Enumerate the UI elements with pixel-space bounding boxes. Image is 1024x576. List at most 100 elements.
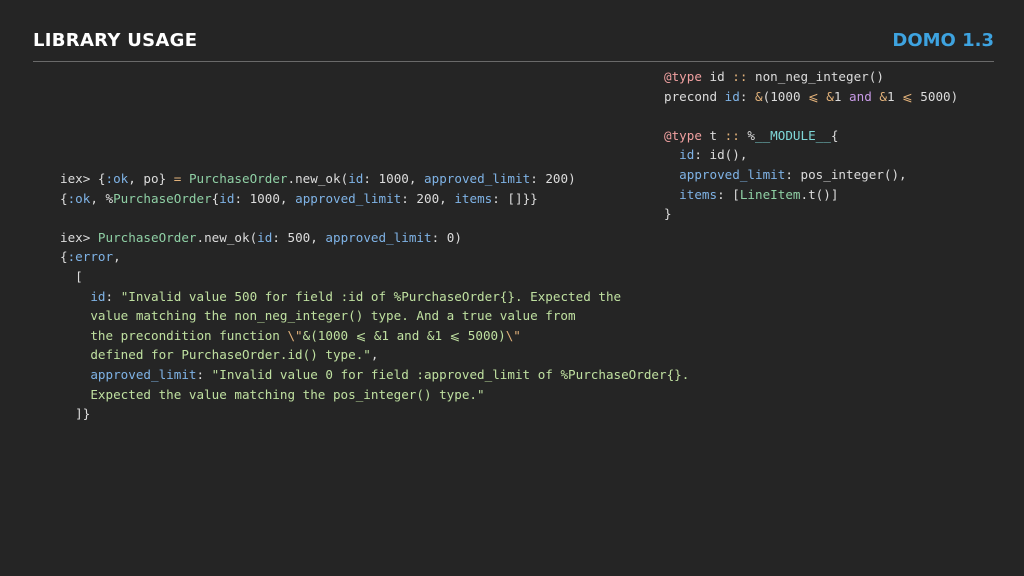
code-token: & bbox=[755, 88, 763, 104]
code-token: \" bbox=[287, 327, 303, 343]
code-line: precond id: &(1000 ⩽ &1 and &1 ⩽ 5000) bbox=[664, 87, 958, 107]
code-line: @type t :: %__MODULE__{ bbox=[664, 126, 958, 146]
code-token: value matching the non_neg_integer() typ… bbox=[60, 308, 576, 324]
code-token: items bbox=[454, 190, 493, 206]
code-line: } bbox=[664, 204, 958, 224]
code-token: { bbox=[60, 249, 68, 265]
code-token: : bbox=[105, 288, 121, 304]
code-token: approved_limit bbox=[424, 171, 531, 186]
code-token: @type bbox=[664, 69, 702, 84]
code-token: % bbox=[739, 127, 756, 143]
code-token: id bbox=[679, 147, 695, 163]
code-token: and bbox=[849, 88, 872, 104]
code-token: (1000 bbox=[762, 88, 809, 104]
code-token: { bbox=[60, 190, 68, 206]
code-token: "Invalid value 0 for field :approved_lim… bbox=[211, 366, 690, 382]
code-line: id: id(), bbox=[664, 145, 958, 165]
code-token: .t()] bbox=[800, 186, 839, 202]
code-token: 5000) bbox=[912, 88, 959, 104]
code-line: iex> {:ok, po} = PurchaseOrder.new_ok(id… bbox=[60, 169, 689, 189]
code-token: ⩽ bbox=[902, 88, 913, 104]
code-token: : 1000, bbox=[363, 171, 425, 186]
code-token: : 500, bbox=[272, 229, 326, 245]
code-token: :ok bbox=[67, 190, 91, 206]
code-line: the precondition function \"&(1000 ⩽ &1 … bbox=[60, 326, 689, 346]
slide-header: LIBRARY USAGE DOMO 1.3 bbox=[33, 28, 994, 62]
code-token: & bbox=[826, 88, 834, 104]
code-line: value matching the non_neg_integer() typ… bbox=[60, 306, 689, 326]
code-token: 1 bbox=[886, 88, 903, 104]
code-token: :ok bbox=[105, 171, 129, 186]
code-token: [ bbox=[60, 268, 83, 284]
code-token: &(1000 ⩽ &1 and &1 ⩽ 5000) bbox=[302, 327, 506, 343]
code-token: : 1000, bbox=[234, 190, 296, 206]
code-token: : id(), bbox=[694, 147, 748, 163]
code-token: PurchaseOrder bbox=[113, 190, 212, 206]
code-token: precond bbox=[664, 88, 725, 104]
code-token: ]} bbox=[60, 406, 91, 422]
code-token: : 200) bbox=[530, 171, 576, 186]
code-token: .new_ok( bbox=[287, 171, 349, 186]
code-line: {:error, bbox=[60, 247, 689, 267]
code-token: : []}} bbox=[492, 190, 538, 206]
code-line: ]} bbox=[60, 404, 689, 424]
code-line: Expected the value matching the pos_inte… bbox=[60, 385, 689, 405]
type-spec-code-block: @type id :: non_neg_integer() precond id:… bbox=[664, 67, 958, 224]
code-token: approved_limit bbox=[325, 229, 432, 245]
code-token: :: bbox=[732, 69, 748, 84]
code-token: .new_ok( bbox=[196, 229, 258, 245]
code-token: : [ bbox=[717, 186, 740, 202]
code-token: id bbox=[701, 69, 733, 84]
code-token: LineItem bbox=[739, 186, 801, 202]
code-token: approved_limit bbox=[679, 166, 786, 182]
code-token: approved_limit bbox=[90, 366, 197, 382]
code-token: iex> { bbox=[60, 171, 106, 186]
code-token: : bbox=[196, 366, 212, 382]
code-token: , % bbox=[90, 190, 114, 206]
code-line: iex> PurchaseOrder.new_ok(id: 500, appro… bbox=[60, 228, 689, 248]
code-token: : pos_integer(), bbox=[785, 166, 907, 182]
code-token: & bbox=[879, 88, 887, 104]
code-token: 1 bbox=[833, 88, 850, 104]
code-token: { bbox=[830, 127, 839, 143]
code-token: PurchaseOrder bbox=[97, 229, 197, 245]
code-token: id bbox=[348, 171, 364, 186]
code-line: [ bbox=[60, 267, 689, 287]
code-token: "Invalid value 500 for field :id of %Pur… bbox=[120, 288, 622, 304]
code-token: id bbox=[90, 288, 106, 304]
code-line: approved_limit: "Invalid value 0 for fie… bbox=[60, 365, 689, 385]
code-token: \" bbox=[505, 327, 521, 343]
code-line: @type id :: non_neg_integer() bbox=[664, 67, 958, 87]
code-token: :error bbox=[67, 249, 114, 265]
code-token: id bbox=[724, 88, 740, 104]
code-token: the precondition function bbox=[60, 327, 288, 343]
code-token: id bbox=[257, 229, 273, 245]
code-line: approved_limit: pos_integer(), bbox=[664, 165, 958, 185]
code-token: : 200, bbox=[401, 190, 455, 206]
code-line: {:ok, %PurchaseOrder{id: 1000, approved_… bbox=[60, 189, 689, 209]
header-divider bbox=[33, 61, 994, 62]
code-token: : bbox=[739, 88, 756, 104]
code-token: @type bbox=[664, 127, 702, 143]
code-token: , bbox=[370, 347, 379, 363]
code-token: Expected the value matching the pos_inte… bbox=[60, 386, 485, 402]
code-token: , po} bbox=[128, 171, 174, 186]
code-token: iex> bbox=[60, 229, 98, 245]
code-token: PurchaseOrder bbox=[188, 171, 288, 186]
code-token: :: bbox=[724, 127, 740, 143]
code-token: defined for PurchaseOrder.id() type." bbox=[60, 347, 371, 363]
code-token: __MODULE__ bbox=[755, 127, 831, 143]
code-token: id bbox=[219, 190, 235, 206]
code-token: t bbox=[701, 127, 725, 143]
code-token: : 0) bbox=[431, 229, 462, 245]
code-token: approved_limit bbox=[295, 190, 402, 206]
code-line: defined for PurchaseOrder.id() type.", bbox=[60, 345, 689, 365]
code-token: non_neg_integer() bbox=[747, 69, 884, 84]
code-token: , bbox=[113, 249, 121, 265]
version-label: DOMO 1.3 bbox=[892, 30, 994, 51]
slide-title: LIBRARY USAGE bbox=[33, 30, 198, 51]
